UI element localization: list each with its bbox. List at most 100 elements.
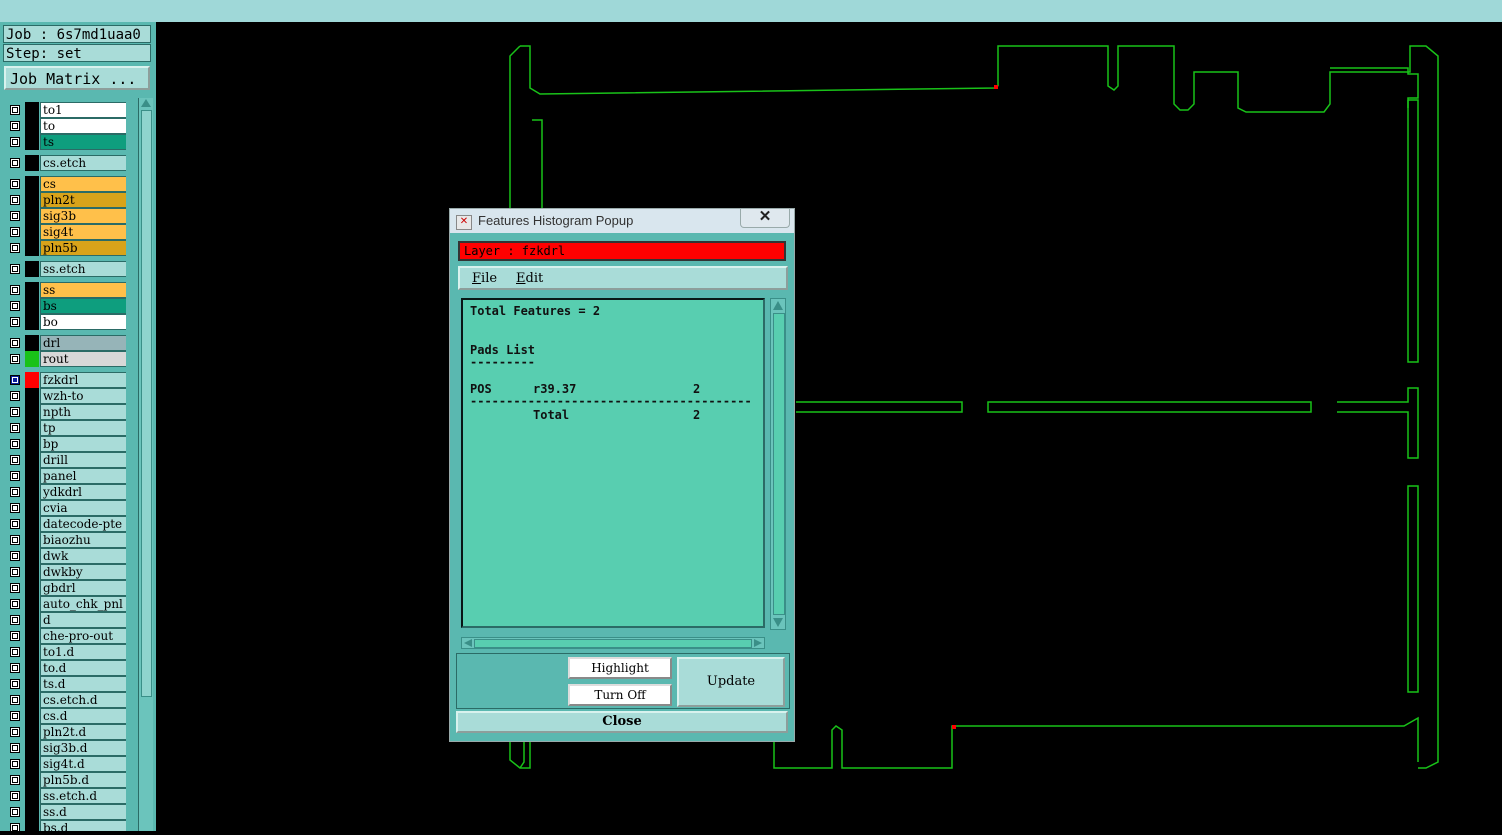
layer-checkbox[interactable] bbox=[10, 743, 20, 753]
layer-checkbox[interactable] bbox=[10, 121, 20, 131]
layer-row[interactable]: biaozhu bbox=[4, 532, 126, 548]
layer-name[interactable]: cs.etch bbox=[40, 155, 126, 171]
histogram-report[interactable]: Total Features = 2 Pads List --------- P… bbox=[461, 298, 765, 628]
scroll-thumb[interactable] bbox=[141, 110, 152, 697]
layer-checkbox[interactable] bbox=[10, 567, 20, 577]
layer-checkbox[interactable] bbox=[10, 599, 20, 609]
layer-checkbox[interactable] bbox=[10, 471, 20, 481]
layer-name[interactable]: npth bbox=[40, 404, 126, 420]
layer-row[interactable]: wzh-to bbox=[4, 388, 126, 404]
layer-checkbox[interactable] bbox=[10, 137, 20, 147]
scroll-thumb[interactable] bbox=[773, 313, 785, 615]
layer-row[interactable]: fzkdrl bbox=[4, 372, 126, 388]
layer-checkbox[interactable] bbox=[10, 615, 20, 625]
layer-checkbox[interactable] bbox=[10, 679, 20, 689]
layer-row[interactable]: sig3b bbox=[4, 208, 126, 224]
layer-name[interactable]: ss.etch bbox=[40, 261, 126, 277]
layer-checkbox[interactable] bbox=[10, 647, 20, 657]
layer-row[interactable]: pln5b.d bbox=[4, 772, 126, 788]
scroll-right-icon[interactable] bbox=[754, 639, 762, 647]
layer-name[interactable]: ts bbox=[40, 134, 126, 150]
layer-row[interactable]: ss.etch bbox=[4, 261, 126, 277]
layer-checkbox[interactable] bbox=[10, 791, 20, 801]
layer-name[interactable]: rout bbox=[40, 351, 126, 367]
layer-row[interactable]: dwk bbox=[4, 548, 126, 564]
scroll-up-icon[interactable] bbox=[773, 301, 783, 310]
layer-checkbox[interactable] bbox=[10, 535, 20, 545]
layer-name[interactable]: che-pro-out bbox=[40, 628, 126, 644]
layer-checkbox[interactable] bbox=[10, 551, 20, 561]
layer-checkbox[interactable] bbox=[10, 727, 20, 737]
layer-name[interactable]: datecode-pte bbox=[40, 516, 126, 532]
layer-row[interactable]: sig3b.d bbox=[4, 740, 126, 756]
layer-name[interactable]: dwkby bbox=[40, 564, 126, 580]
layer-checkbox[interactable] bbox=[10, 211, 20, 221]
layer-name[interactable]: cs bbox=[40, 176, 126, 192]
layer-row[interactable]: sig4t bbox=[4, 224, 126, 240]
layer-row[interactable]: npth bbox=[4, 404, 126, 420]
layer-row[interactable]: to.d bbox=[4, 660, 126, 676]
layer-checkbox[interactable] bbox=[10, 105, 20, 115]
layer-row[interactable]: ss bbox=[4, 282, 126, 298]
layer-row[interactable]: bs.d bbox=[4, 820, 126, 831]
layer-name[interactable]: sig4t bbox=[40, 224, 126, 240]
layer-name[interactable]: ss.etch.d bbox=[40, 788, 126, 804]
layer-checkbox[interactable] bbox=[10, 338, 20, 348]
layer-name[interactable]: dwk bbox=[40, 548, 126, 564]
layer-name[interactable]: sig4t.d bbox=[40, 756, 126, 772]
layer-name[interactable]: cvia bbox=[40, 500, 126, 516]
layer-row[interactable]: datecode-pte bbox=[4, 516, 126, 532]
layer-row[interactable]: ydkdrl bbox=[4, 484, 126, 500]
layer-checkbox[interactable] bbox=[10, 375, 20, 385]
layer-row[interactable]: ss.d bbox=[4, 804, 126, 820]
layer-name[interactable]: d bbox=[40, 612, 126, 628]
highlight-button[interactable]: Highlight bbox=[568, 657, 672, 679]
scroll-thumb[interactable] bbox=[474, 639, 752, 648]
layer-checkbox[interactable] bbox=[10, 195, 20, 205]
layer-name[interactable]: cs.d bbox=[40, 708, 126, 724]
layer-row[interactable]: drl bbox=[4, 335, 126, 351]
layer-name[interactable]: to.d bbox=[40, 660, 126, 676]
layer-row[interactable]: drill bbox=[4, 452, 126, 468]
layer-row[interactable]: che-pro-out bbox=[4, 628, 126, 644]
layer-row[interactable]: cs.d bbox=[4, 708, 126, 724]
layer-name[interactable]: sig3b.d bbox=[40, 740, 126, 756]
layer-checkbox[interactable] bbox=[10, 695, 20, 705]
layer-name[interactable]: wzh-to bbox=[40, 388, 126, 404]
close-button[interactable]: Close bbox=[456, 711, 788, 733]
layer-checkbox[interactable] bbox=[10, 391, 20, 401]
layer-name[interactable]: pln5b bbox=[40, 240, 126, 256]
layer-name[interactable]: ydkdrl bbox=[40, 484, 126, 500]
layer-list-scrollbar[interactable] bbox=[138, 98, 153, 831]
layer-checkbox[interactable] bbox=[10, 354, 20, 364]
graphics-canvas[interactable] bbox=[156, 22, 1502, 831]
layer-checkbox[interactable] bbox=[10, 227, 20, 237]
layer-checkbox[interactable] bbox=[10, 583, 20, 593]
layer-name[interactable]: drl bbox=[40, 335, 126, 351]
layer-checkbox[interactable] bbox=[10, 243, 20, 253]
layer-checkbox[interactable] bbox=[10, 663, 20, 673]
layer-name[interactable]: ss bbox=[40, 282, 126, 298]
turn-off-button[interactable]: Turn Off bbox=[568, 684, 672, 706]
layer-name[interactable]: bs bbox=[40, 298, 126, 314]
layer-name[interactable]: to bbox=[40, 118, 126, 134]
layer-name[interactable]: pln2t.d bbox=[40, 724, 126, 740]
layer-name[interactable]: bs.d bbox=[40, 820, 126, 831]
layer-row[interactable]: ss.etch.d bbox=[4, 788, 126, 804]
layer-checkbox[interactable] bbox=[10, 407, 20, 417]
layer-row[interactable]: to bbox=[4, 118, 126, 134]
layer-row[interactable]: d bbox=[4, 612, 126, 628]
menu-edit[interactable]: Edit bbox=[516, 271, 543, 286]
layer-row[interactable]: ts bbox=[4, 134, 126, 150]
layer-row[interactable]: dwkby bbox=[4, 564, 126, 580]
layer-name[interactable]: sig3b bbox=[40, 208, 126, 224]
layer-name[interactable]: bp bbox=[40, 436, 126, 452]
layer-checkbox[interactable] bbox=[10, 285, 20, 295]
layer-name[interactable]: drill bbox=[40, 452, 126, 468]
layer-checkbox[interactable] bbox=[10, 631, 20, 641]
layer-checkbox[interactable] bbox=[10, 503, 20, 513]
layer-name[interactable]: ss.d bbox=[40, 804, 126, 820]
layer-row[interactable]: cs.etch.d bbox=[4, 692, 126, 708]
layer-checkbox[interactable] bbox=[10, 301, 20, 311]
layer-row[interactable]: pln2t bbox=[4, 192, 126, 208]
